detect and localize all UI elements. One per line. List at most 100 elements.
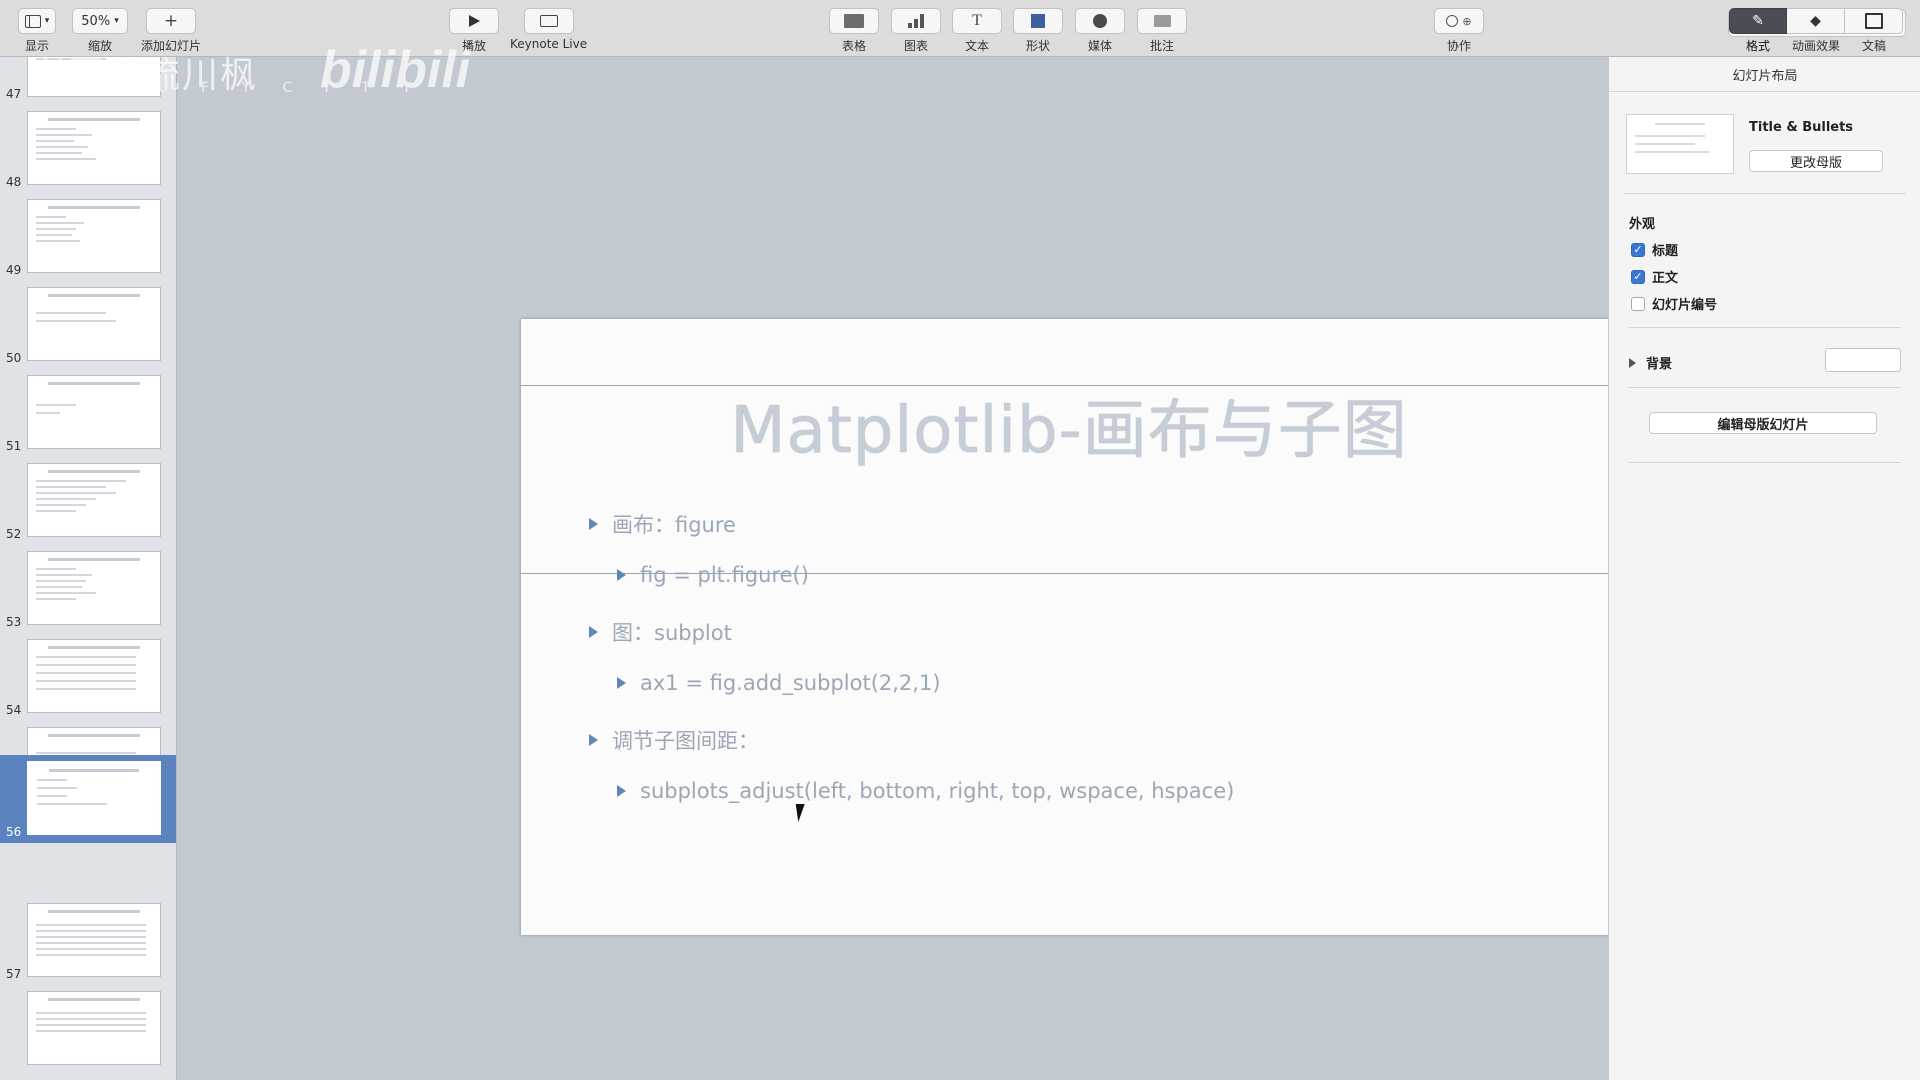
bullet-text: fig = plt.figure() xyxy=(640,563,809,587)
slide-preview xyxy=(27,57,161,97)
slide-thumbnail-54[interactable]: 54 xyxy=(0,633,176,721)
table-label: 表格 xyxy=(841,39,866,53)
add-slide-button[interactable]: + xyxy=(146,8,196,34)
slide-number: 52 xyxy=(6,527,22,541)
media-control[interactable]: 媒体 xyxy=(1075,8,1125,54)
bullet-level-2[interactable]: subplots_adjust(left, bottom, right, top… xyxy=(617,779,1234,803)
slide-thumbnail-57[interactable]: 57 xyxy=(0,897,176,985)
slide-thumbnail-53[interactable]: 53 xyxy=(0,545,176,633)
bullet-triangle-icon xyxy=(589,734,598,746)
document-button[interactable] xyxy=(1845,8,1903,34)
slide-canvas[interactable]: Matplotlib-画布与子图 画布：figure fig = plt.figu… xyxy=(177,57,1617,1080)
bullet-level-2[interactable]: ax1 = fig.add_subplot(2,2,1) xyxy=(617,671,941,695)
appearance-option[interactable]: ✓ 标题 xyxy=(1631,240,1678,259)
comment-control[interactable]: 批注 xyxy=(1137,8,1187,54)
background-label: 背景 xyxy=(1646,357,1673,372)
table-control[interactable]: 表格 xyxy=(829,8,879,54)
play-control[interactable]: 播放 xyxy=(449,8,499,54)
shape-button[interactable] xyxy=(1013,8,1063,34)
keynote-live-button[interactable] xyxy=(523,8,574,34)
checkbox-checked-icon[interactable]: ✓ xyxy=(1631,269,1645,284)
bullet-text: 画布：figure xyxy=(612,513,736,537)
text-label: 文本 xyxy=(964,39,989,53)
tab-document[interactable]: 文稿 xyxy=(1845,8,1903,54)
chevron-down-icon: ▾ xyxy=(44,16,50,26)
slide-thumbnail-next[interactable] xyxy=(0,985,176,1073)
change-master-button[interactable]: 更改母版 xyxy=(1749,150,1883,172)
edit-master-slide-button[interactable]: 编辑母版幻灯片 xyxy=(1649,412,1877,434)
slide-navigator[interactable]: 4748495051525354555657 xyxy=(0,57,177,1080)
document-icon xyxy=(1864,13,1883,29)
checkbox-unchecked-icon[interactable] xyxy=(1631,296,1645,311)
comment-button[interactable] xyxy=(1137,8,1187,34)
tab-animate[interactable]: ◆ 动画效果 xyxy=(1787,8,1845,54)
appearance-option[interactable]: 幻灯片编号 xyxy=(1631,294,1717,313)
table-icon xyxy=(844,14,864,28)
background-section[interactable]: 背景 xyxy=(1629,353,1672,372)
shape-control[interactable]: 形状 xyxy=(1013,8,1063,54)
slide-thumbnail-49[interactable]: 49 xyxy=(0,193,176,281)
slide-preview xyxy=(27,199,161,273)
plus-badge-icon: ⊕ xyxy=(1462,14,1472,28)
divider xyxy=(1629,387,1901,388)
play-button[interactable] xyxy=(449,8,499,34)
slide-preview xyxy=(27,903,161,977)
slide-thumbnail-47[interactable]: 47 xyxy=(0,57,176,105)
document-label: 文稿 xyxy=(1861,39,1886,53)
media-button[interactable] xyxy=(1075,8,1125,34)
bullet-level-1[interactable]: 图：subplot xyxy=(589,617,732,647)
slide-thumbnail-52[interactable]: 52 xyxy=(0,457,176,545)
slide-preview xyxy=(27,375,161,449)
checkbox-checked-icon[interactable]: ✓ xyxy=(1631,242,1645,257)
bar-chart-icon xyxy=(908,14,924,28)
appearance-option-label: 标题 xyxy=(1652,244,1679,259)
collaborate-button[interactable]: ⊕ xyxy=(1434,8,1484,34)
chart-control[interactable]: 图表 xyxy=(891,8,941,54)
appearance-option[interactable]: ✓ 正文 xyxy=(1631,267,1678,286)
tab-format[interactable]: ✎ 格式 xyxy=(1729,8,1787,54)
add-slide-control[interactable]: + 添加幻灯片 xyxy=(141,8,201,54)
table-button[interactable] xyxy=(829,8,879,34)
current-slide[interactable]: Matplotlib-画布与子图 画布：figure fig = plt.figu… xyxy=(521,319,1617,935)
animate-button[interactable]: ◆ xyxy=(1787,8,1845,34)
slide-thumbnail-50[interactable]: 50 xyxy=(0,281,176,369)
view-button[interactable]: ▾ xyxy=(18,8,56,34)
background-color-well[interactable] xyxy=(1825,348,1901,372)
slide-preview xyxy=(27,287,161,361)
slide-thumbnail-51[interactable]: 51 xyxy=(0,369,176,457)
collaborate-control[interactable]: ⊕ 协作 xyxy=(1434,8,1484,54)
diamond-icon: ◆ xyxy=(1810,13,1821,29)
format-button[interactable]: ✎ xyxy=(1729,8,1787,34)
bullet-level-1[interactable]: 画布：figure xyxy=(589,509,736,539)
slide-thumbnail-56[interactable]: 56 xyxy=(0,755,176,843)
play-icon xyxy=(468,15,480,27)
animate-label: 动画效果 xyxy=(1791,39,1840,53)
bullet-triangle-icon xyxy=(589,626,598,638)
text-icon: T xyxy=(972,12,982,29)
add-person-icon xyxy=(1446,15,1459,27)
slide-number: 48 xyxy=(6,175,22,189)
keynote-live-control[interactable]: Keynote Live xyxy=(510,8,587,51)
slide-number: 51 xyxy=(6,439,22,453)
slide-number: 47 xyxy=(6,87,22,101)
slide-title[interactable]: Matplotlib-画布与子图 xyxy=(521,379,1617,471)
chart-button[interactable] xyxy=(891,8,941,34)
inspector-title: 幻灯片布局 xyxy=(1732,69,1798,84)
zoom-control[interactable]: 50% ▾ 缩放 xyxy=(72,8,128,54)
slide-number: 53 xyxy=(6,615,22,629)
slide-preview xyxy=(27,551,161,625)
master-name: Title & Bullets xyxy=(1749,120,1854,135)
text-button[interactable]: T xyxy=(952,8,1002,34)
disclosure-triangle-icon[interactable] xyxy=(1629,357,1636,368)
slide-thumbnail-48[interactable]: 48 xyxy=(0,105,176,193)
divider xyxy=(1624,193,1906,194)
zoom-label: 缩放 xyxy=(87,39,112,53)
divider xyxy=(1629,462,1901,463)
view-control[interactable]: ▾ 显示 xyxy=(18,8,56,54)
text-control[interactable]: T 文本 xyxy=(952,8,1002,54)
bullet-level-1[interactable]: 调节子图间距： xyxy=(589,725,759,755)
bullet-level-2[interactable]: fig = plt.figure() xyxy=(617,563,809,587)
chart-label: 图表 xyxy=(903,39,928,53)
bullet-triangle-icon xyxy=(617,569,626,581)
zoom-select[interactable]: 50% ▾ xyxy=(72,8,128,34)
